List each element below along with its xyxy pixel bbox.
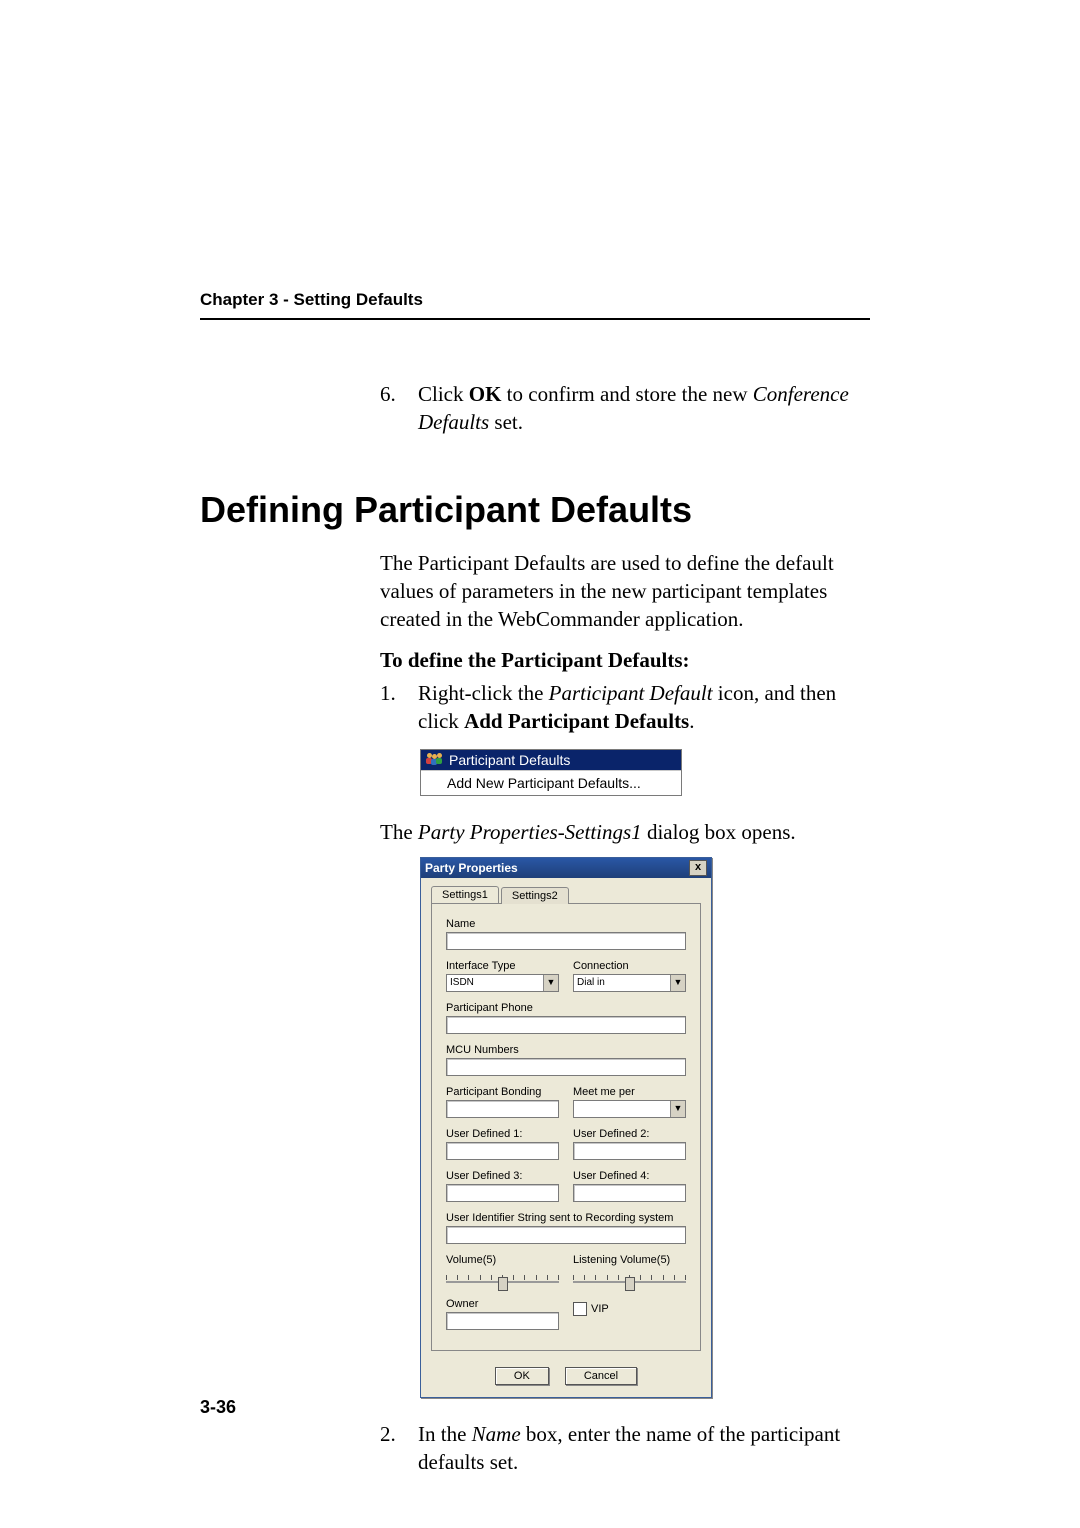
party-properties-dialog: Party Properties x Settings1 Settings2 N…	[420, 857, 712, 1398]
step-text: Click OK to confirm and store the new Co…	[418, 380, 870, 437]
close-icon[interactable]: x	[689, 860, 707, 876]
step-2: 2. In the Name box, enter the name of th…	[380, 1420, 870, 1477]
mcu-numbers-input[interactable]	[446, 1058, 686, 1076]
label-user-defined-3: User Defined 3:	[446, 1170, 559, 1182]
cancel-button[interactable]: Cancel	[565, 1367, 637, 1385]
context-menu-selected-label: Participant Defaults	[449, 752, 570, 768]
label-user-defined-1: User Defined 1:	[446, 1128, 559, 1140]
label-vip: VIP	[591, 1303, 609, 1315]
post-context-text: The Party Properties-Settings1 dialog bo…	[380, 818, 870, 846]
label-owner: Owner	[446, 1298, 559, 1310]
body-column: 6. Click OK to confirm and store the new…	[200, 380, 870, 1482]
context-menu-selected[interactable]: Participant Defaults	[421, 750, 681, 770]
procedure-heading: To define the Participant Defaults:	[380, 648, 870, 673]
interface-type-value: ISDN	[447, 975, 543, 991]
connection-value: Dial in	[574, 975, 670, 991]
checkbox-icon	[573, 1302, 587, 1316]
chevron-down-icon: ▼	[670, 1101, 685, 1117]
step-text: In the Name box, enter the name of the p…	[418, 1420, 870, 1477]
user-identifier-input[interactable]	[446, 1226, 686, 1244]
dialog-button-row: OK Cancel	[421, 1361, 711, 1397]
interface-type-select[interactable]: ISDN ▼	[446, 974, 559, 992]
name-input[interactable]	[446, 932, 686, 950]
label-user-defined-2: User Defined 2:	[573, 1128, 686, 1140]
connection-select[interactable]: Dial in ▼	[573, 974, 686, 992]
header-rule	[200, 318, 870, 320]
user-defined-1-input[interactable]	[446, 1142, 559, 1160]
label-user-defined-4: User Defined 4:	[573, 1170, 686, 1182]
step-6: 6. Click OK to confirm and store the new…	[380, 380, 870, 437]
step-number: 1.	[380, 679, 418, 736]
page: Chapter 3 - Setting Defaults 6. Click OK…	[0, 0, 1080, 1528]
label-volume: Volume(5)	[446, 1254, 559, 1266]
label-listening-volume: Listening Volume(5)	[573, 1254, 686, 1266]
slider-thumb-icon[interactable]	[498, 1277, 508, 1291]
label-name: Name	[446, 918, 686, 930]
step-number: 6.	[380, 380, 418, 437]
step-1: 1. Right-click the Participant Default i…	[380, 679, 870, 736]
user-defined-2-input[interactable]	[573, 1142, 686, 1160]
intro-paragraph: The Participant Defaults are used to def…	[380, 549, 870, 634]
label-participant-phone: Participant Phone	[446, 1002, 686, 1014]
label-user-identifier: User Identifier String sent to Recording…	[446, 1212, 686, 1224]
volume-slider[interactable]	[446, 1270, 559, 1288]
dialog-titlebar: Party Properties x	[421, 858, 711, 878]
dialog-panel: Name Interface Type ISDN ▼ Connection	[431, 903, 701, 1351]
participants-icon	[427, 753, 443, 767]
add-participant-defaults-bold: Add Participant Defaults	[464, 709, 689, 733]
tab-strip: Settings1 Settings2	[431, 886, 711, 903]
tab-settings1[interactable]: Settings1	[431, 886, 499, 903]
owner-input[interactable]	[446, 1312, 559, 1330]
participant-phone-input[interactable]	[446, 1016, 686, 1034]
label-participant-bonding: Participant Bonding	[446, 1086, 559, 1098]
label-meet-me-per: Meet me per	[573, 1086, 686, 1098]
user-defined-3-input[interactable]	[446, 1184, 559, 1202]
context-menu: Participant Defaults Add New Participant…	[420, 749, 682, 796]
tab-settings2[interactable]: Settings2	[501, 887, 569, 904]
label-interface-type: Interface Type	[446, 960, 559, 972]
ok-button[interactable]: OK	[495, 1367, 549, 1385]
chevron-down-icon: ▼	[543, 975, 558, 991]
participant-bonding-input[interactable]	[446, 1100, 559, 1118]
label-mcu-numbers: MCU Numbers	[446, 1044, 686, 1056]
running-head: Chapter 3 - Setting Defaults	[200, 290, 423, 310]
user-defined-4-input[interactable]	[573, 1184, 686, 1202]
slider-thumb-icon[interactable]	[625, 1277, 635, 1291]
ok-literal: OK	[469, 382, 502, 406]
listening-volume-slider[interactable]	[573, 1270, 686, 1288]
context-menu-item-add-new[interactable]: Add New Participant Defaults...	[421, 770, 681, 795]
participant-default-em: Participant Default	[549, 681, 713, 705]
chevron-down-icon: ▼	[670, 975, 685, 991]
vip-checkbox[interactable]: VIP	[573, 1302, 686, 1316]
page-number: 3-36	[200, 1397, 236, 1418]
label-connection: Connection	[573, 960, 686, 972]
section-heading: Defining Participant Defaults	[200, 489, 870, 531]
dialog-title: Party Properties	[425, 861, 518, 875]
step-text: Right-click the Participant Default icon…	[418, 679, 870, 736]
step-number: 2.	[380, 1420, 418, 1477]
party-properties-em: Party Properties-Settings1	[418, 820, 642, 844]
meet-me-per-select[interactable]: ▼	[573, 1100, 686, 1118]
name-em: Name	[472, 1422, 521, 1446]
